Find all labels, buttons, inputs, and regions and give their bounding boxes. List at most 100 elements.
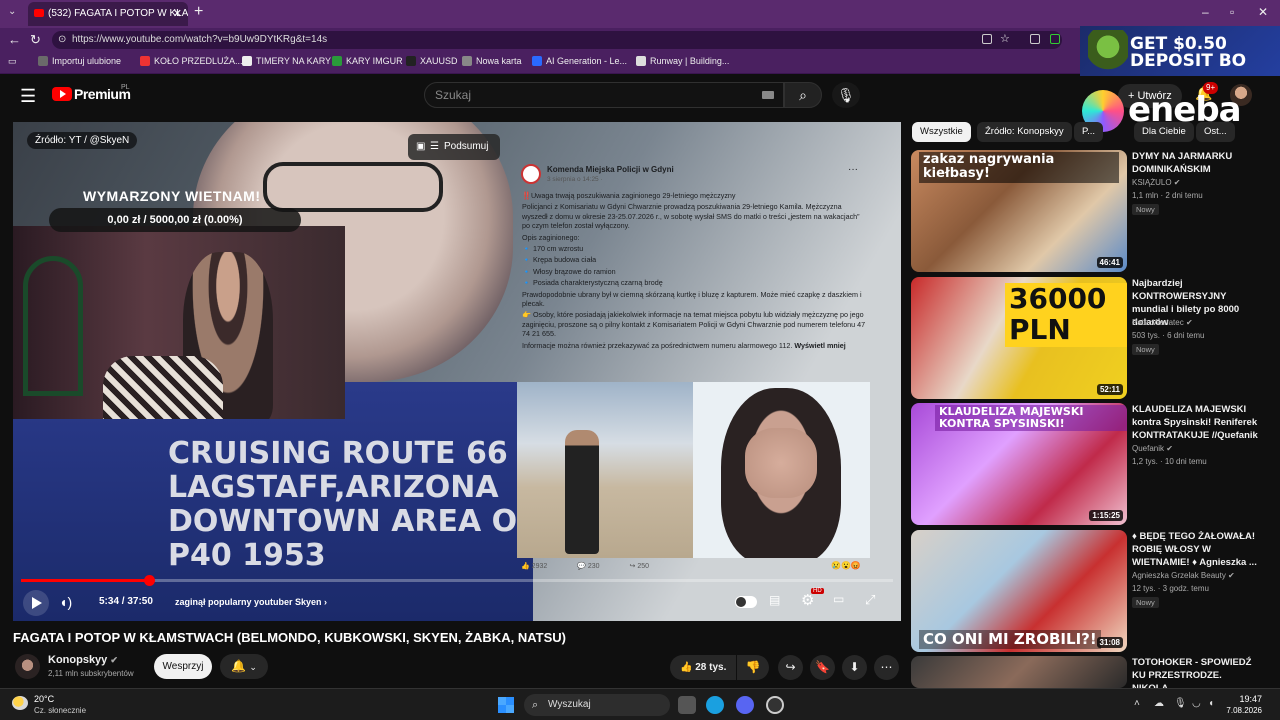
channel-avatar[interactable] [15, 654, 40, 679]
favorite-star-icon[interactable]: ☆ [1000, 32, 1010, 45]
recommended-video-title[interactable]: KLAUDELIZA MAJEWSKI kontra Spysinski! Re… [1132, 403, 1260, 442]
bookmark-item[interactable]: Importuj ulubione [38, 56, 121, 66]
search-input[interactable]: Szukaj [424, 82, 784, 108]
maximize-icon[interactable]: ▫ [1230, 5, 1234, 19]
channel-name[interactable]: Konopskyy ✔ [48, 654, 118, 666]
volume-icon[interactable]: ◖) [59, 594, 72, 610]
microphone-icon[interactable]: 🎙 [1174, 698, 1187, 709]
ad-banner[interactable]: GET $0.50 DEPOSIT BO [1080, 26, 1280, 80]
support-button[interactable]: Wesprzyj [154, 654, 212, 679]
bookmark-item[interactable]: Nowa karta [462, 56, 522, 66]
new-tab-icon[interactable]: + [194, 3, 203, 21]
recommended-video[interactable]: CO ONI MI ZROBILI?! 31:08 ♦ BĘDĘ TEGO ŻAŁO… [911, 530, 1271, 652]
download-button[interactable]: ⬇ [842, 655, 867, 680]
recommended-video[interactable]: zakaz nagrywania kiełbasy! 46:41 DYMY NA J… [911, 150, 1271, 272]
close-tab-icon[interactable]: ✕ [173, 2, 182, 26]
filter-chip[interactable]: Wszystkie [912, 122, 971, 142]
more-actions-button[interactable]: ⋯ [874, 655, 899, 680]
show-less-link[interactable]: Wyświetl mniej [794, 341, 845, 350]
subscription-bell-button[interactable]: 🔔 ⌄ [220, 654, 268, 679]
hd-badge: HD [811, 588, 824, 594]
play-button[interactable] [23, 590, 49, 616]
extension-green-icon[interactable] [1050, 34, 1060, 44]
keyboard-icon[interactable] [762, 91, 774, 99]
taskbar-search[interactable]: ⌕ Wyszukaj [524, 694, 670, 716]
thumbnail-caption: CO ONI MI ZROBILI?! [919, 630, 1101, 649]
save-button[interactable]: 🔖 [810, 655, 835, 680]
bookmark-label: Nowa karta [476, 56, 522, 66]
recommended-channel[interactable]: KSIĄŻULO ✔ [1132, 178, 1181, 187]
edge-browser-icon[interactable] [706, 696, 724, 714]
weather-icon[interactable] [12, 696, 28, 710]
webcam-pants [103, 356, 223, 419]
video-player[interactable]: CRUISING ROUTE 66 LAGSTAFF,ARIZONA DOWNT… [13, 122, 901, 621]
network-icon[interactable]: ☁ [1154, 698, 1164, 709]
browser-tab-active[interactable]: (532) FAGATA I POTOP W KŁAMSTWACH ✕ [28, 2, 188, 26]
site-info-icon[interactable]: ⊙ [58, 31, 66, 49]
extension-icon[interactable] [1030, 34, 1040, 44]
menu-icon[interactable]: ☰ [20, 86, 36, 107]
import-icon[interactable]: ▭ [8, 56, 17, 67]
search-button[interactable]: ⌕ [784, 82, 822, 108]
voice-search-button[interactable]: 🎙 [832, 82, 860, 108]
bookmark-item[interactable]: Runway | Building... [636, 56, 729, 66]
filter-chip[interactable]: Źródło: Konopskyy [977, 122, 1072, 142]
video-thumbnail[interactable]: zakaz nagrywania kiełbasy! 46:41 [911, 150, 1127, 272]
miniplayer-icon[interactable]: ▭ [833, 592, 844, 606]
ad-banner-text: GET $0.50 DEPOSIT BO [1130, 34, 1247, 71]
bookmark-item[interactable]: AI Generation - Le... [532, 56, 627, 66]
download-icon: ⬇ [849, 660, 860, 674]
summarize-button[interactable]: ▣ ☰ Podsumuj [408, 134, 501, 160]
tab-list-icon[interactable]: ⌄ [8, 6, 16, 17]
recommended-channel[interactable]: PatecWariatec ✔ [1132, 318, 1193, 327]
recommended-channel[interactable]: Quefanik ✔ [1132, 444, 1173, 453]
timecode: 5:34 / 37:50 [99, 596, 153, 607]
windows-start-icon[interactable] [498, 697, 514, 713]
video-thumbnail[interactable] [911, 656, 1127, 688]
thumbnail-caption: KLAUDELIZA MAJEWSKI KONTRA SPYSINSKI! [935, 405, 1127, 432]
recommended-video[interactable]: KLAUDELIZA MAJEWSKI KONTRA SPYSINSKI! 1:1… [911, 403, 1271, 525]
filter-chip[interactable]: Ost... [1196, 122, 1235, 142]
share-count: ↪ 250 [629, 563, 650, 570]
bookmark-item[interactable]: XAUUSD [406, 56, 458, 66]
new-badge: Nowy [1132, 597, 1159, 608]
tray-chevron-up-icon[interactable]: ˄ [1134, 698, 1140, 709]
progress-bar[interactable] [21, 575, 893, 586]
bookmark-favicon-icon [140, 56, 150, 66]
recommended-video-title[interactable]: DYMY NA JARMARKU DOMINIKAŃSKIM [1132, 150, 1260, 176]
youtube-logo-icon[interactable] [52, 87, 72, 101]
minimize-icon[interactable]: – [1202, 5, 1209, 19]
chapter-title[interactable]: zaginął popularny youtuber Skyen › [175, 597, 327, 607]
recommended-video[interactable]: TOTOHOKER - SPOWIEDŹ KU PRZESTRODZE. NIK… [911, 656, 1271, 694]
recommended-video[interactable]: 36000 PLN 52:11 Najbardziej KONTROWERSYJNY… [911, 277, 1271, 399]
video-title: FAGATA I POTOP W KŁAMSTWACH (BELMONDO, K… [13, 630, 566, 645]
missing-person-photo-portrait [693, 382, 870, 558]
summarize-label: Podsumuj [444, 141, 489, 152]
reload-icon[interactable]: ↻ [30, 32, 41, 48]
task-view-icon[interactable] [678, 696, 696, 714]
autoplay-toggle[interactable] [735, 596, 757, 608]
fullscreen-icon[interactable]: ⤢ [865, 592, 875, 608]
dislike-button[interactable]: 👎 [737, 655, 769, 680]
filter-chip[interactable]: P... [1074, 122, 1104, 142]
obs-icon[interactable] [766, 696, 784, 714]
url-field[interactable]: ⊙ https://www.youtube.com/watch?v=b9Uw9D… [52, 31, 1062, 49]
recommended-channel[interactable]: Agnieszka Grzelak Beauty ✔ [1132, 571, 1235, 580]
apps-icon[interactable] [982, 34, 992, 44]
back-icon[interactable]: ← [8, 32, 21, 47]
share-button[interactable]: ↪ [778, 655, 803, 680]
bookmark-item[interactable]: KARY IMGUR [332, 56, 403, 66]
close-window-icon[interactable]: ✕ [1258, 5, 1268, 19]
recommended-video-title[interactable]: ♦ BĘDĘ TEGO ŻAŁOWAŁA! ROBIĘ WŁOSY W WIET… [1132, 530, 1260, 569]
like-button[interactable]: 👍 28 tys. [670, 655, 736, 680]
wifi-icon[interactable]: ◡ [1192, 698, 1201, 709]
captions-icon[interactable]: ▤ [769, 593, 780, 607]
bookmark-item[interactable]: TIMERY NA KARY [242, 56, 331, 66]
discord-icon[interactable] [736, 696, 754, 714]
bookmark-item[interactable]: KOŁO PRZEDLUŻA... [140, 56, 243, 66]
video-thumbnail[interactable]: KLAUDELIZA MAJEWSKI KONTRA SPYSINSKI! 1:1… [911, 403, 1127, 525]
video-thumbnail[interactable]: 36000 PLN 52:11 [911, 277, 1127, 399]
filter-chip[interactable]: Dla Ciebie [1134, 122, 1194, 142]
progress-played [21, 579, 150, 582]
video-thumbnail[interactable]: CO ONI MI ZROBILI?! 31:08 [911, 530, 1127, 652]
